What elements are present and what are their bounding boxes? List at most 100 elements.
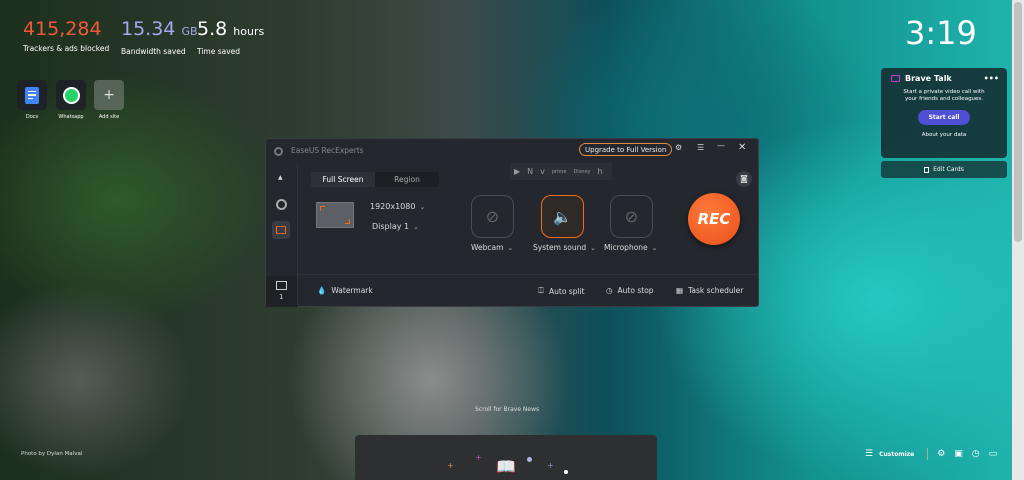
- rec-label: REC: [697, 210, 731, 228]
- collapse-icon[interactable]: ▲: [278, 174, 283, 181]
- webcam-label-text: Webcam: [471, 243, 504, 252]
- stat-value: 15.34: [121, 18, 176, 40]
- rec-button[interactable]: REC: [688, 193, 740, 245]
- top-site-label: Docs: [25, 114, 39, 120]
- tab-region[interactable]: Region: [375, 172, 439, 187]
- footer-toolbar: ☰ Customize ⚙ ▣ ◷ ▭: [865, 448, 997, 460]
- chevron-down-icon: ⌄: [507, 244, 514, 252]
- microphone-label[interactable]: Microphone ⌄: [604, 243, 658, 252]
- sparkle-icon: +: [447, 461, 454, 470]
- microphone-off-icon: ⊘: [624, 207, 639, 226]
- menu-icon[interactable]: ☰: [697, 143, 704, 152]
- screen-record-icon: [276, 226, 286, 234]
- stat-label: Bandwidth saved: [121, 47, 186, 56]
- side-toolbar: ▲ 1: [266, 164, 298, 307]
- webcam-toggle[interactable]: ⊘: [471, 195, 514, 238]
- add-site-button[interactable]: +: [94, 80, 124, 110]
- resolution-value: 1920x1080: [370, 202, 416, 211]
- auto-split-button[interactable]: ⎅ Auto split: [538, 286, 585, 296]
- stat-label: Trackers & ads blocked: [23, 44, 110, 53]
- chevron-down-icon: ⌄: [590, 244, 596, 252]
- screen-mode-button[interactable]: [272, 221, 290, 239]
- display-dropdown[interactable]: Display 1 ⌄: [372, 222, 419, 231]
- start-call-button[interactable]: Start call: [918, 110, 970, 125]
- scrollbar-thumb[interactable]: [1014, 2, 1022, 242]
- webcam-off-icon: ⊘: [485, 207, 500, 226]
- folder-play-icon: [276, 281, 287, 290]
- capture-mode-tabs: Full Screen Region: [311, 172, 439, 187]
- system-sound-label-text: System sound: [533, 243, 587, 252]
- stat-label: Time saved: [197, 47, 241, 56]
- settings-icon[interactable]: ⚙: [675, 143, 682, 152]
- sparkle-dot: [564, 470, 568, 474]
- prime-icon: prime: [551, 168, 567, 175]
- divider: [297, 274, 758, 275]
- auto-split-label: Auto split: [549, 286, 585, 296]
- auto-stop-button[interactable]: ◷ Auto stop: [606, 286, 654, 295]
- system-sound-toggle[interactable]: 🔈: [541, 195, 584, 238]
- resolution-dropdown[interactable]: 1920x1080 ⌄: [370, 202, 425, 211]
- brave-talk-icon: [891, 75, 900, 82]
- chevron-down-icon: ⌄: [413, 223, 419, 231]
- stat-time: 5.8 hours Time saved: [197, 18, 264, 56]
- photo-credit[interactable]: Photo by Dylan Malval: [21, 451, 82, 457]
- about-data-link[interactable]: About your data: [881, 132, 1007, 138]
- top-site-label: Whatsapp: [58, 114, 84, 120]
- more-options-icon[interactable]: •••: [984, 74, 999, 83]
- netflix-icon: N: [527, 167, 534, 176]
- webcam-mode-icon[interactable]: [276, 199, 287, 210]
- top-site-docs[interactable]: [17, 80, 47, 110]
- customize-button[interactable]: ☰ Customize: [865, 449, 914, 459]
- cards-icon: [924, 166, 930, 173]
- recordings-button[interactable]: 1: [266, 276, 297, 307]
- stat-value: 415,284: [23, 18, 102, 40]
- screenshot-button[interactable]: ◙: [736, 171, 752, 187]
- display-value: Display 1: [372, 222, 410, 231]
- brave-talk-description: Start a private video call with your fri…: [903, 89, 985, 102]
- watermark-label: Watermark: [331, 286, 373, 295]
- brave-news-panel[interactable]: 📖 + + +: [355, 435, 657, 480]
- watermark-button[interactable]: 💧 Watermark: [317, 286, 373, 295]
- watermark-icon: 💧: [317, 286, 327, 295]
- youtube-icon: ▶: [514, 167, 521, 176]
- brave-talk-icon[interactable]: ▭: [989, 449, 998, 459]
- close-button[interactable]: ✕: [738, 142, 746, 153]
- settings-icon[interactable]: ⚙: [937, 449, 945, 459]
- task-scheduler-button[interactable]: ▦ Task scheduler: [676, 286, 743, 295]
- window-title: EaseUS RecExperts: [291, 146, 364, 155]
- top-site-whatsapp[interactable]: [56, 80, 86, 110]
- brave-talk-title: Brave Talk: [905, 74, 952, 83]
- microphone-label-text: Microphone: [604, 243, 648, 252]
- speaker-icon: 🔈: [553, 207, 572, 226]
- stat-unit: GB: [181, 25, 198, 38]
- stat-trackers: 415,284 Trackers & ads blocked: [23, 18, 109, 53]
- disney-icon: Disney: [573, 168, 591, 175]
- page-scrollbar[interactable]: [1012, 0, 1024, 480]
- split-icon: ⎅: [538, 286, 544, 295]
- sparkle-dot: [527, 457, 532, 462]
- recordings-count: 1: [279, 293, 284, 301]
- auto-stop-label: Auto stop: [617, 286, 654, 295]
- monitor-icon: [316, 202, 354, 228]
- stat-bandwidth: 15.34 GB Bandwidth saved: [121, 18, 198, 56]
- sparkle-icon: +: [475, 453, 482, 462]
- clock: 3:19: [905, 14, 977, 52]
- news-hint: Scroll for Brave News: [475, 406, 540, 413]
- minimize-button[interactable]: —: [717, 141, 725, 150]
- tab-full-screen[interactable]: Full Screen: [311, 172, 375, 187]
- microphone-toggle[interactable]: ⊘: [610, 195, 653, 238]
- task-scheduler-label: Task scheduler: [688, 286, 744, 295]
- stat-unit: hours: [233, 25, 265, 38]
- history-icon[interactable]: ◷: [972, 449, 980, 459]
- sparkle-icon: +: [547, 461, 554, 470]
- upgrade-button[interactable]: Upgrade to Full Version: [579, 143, 673, 156]
- chevron-down-icon: ⌄: [419, 203, 426, 211]
- system-sound-label[interactable]: System sound ⌄: [533, 243, 596, 252]
- bookmarks-icon[interactable]: ▣: [954, 449, 963, 459]
- stat-value: 5.8: [197, 18, 228, 40]
- webcam-label[interactable]: Webcam ⌄: [471, 243, 513, 252]
- app-logo-icon: [274, 147, 283, 156]
- vimeo-icon: v: [540, 167, 545, 176]
- edit-cards-button[interactable]: Edit Cards: [881, 161, 1007, 178]
- divider: [927, 448, 929, 460]
